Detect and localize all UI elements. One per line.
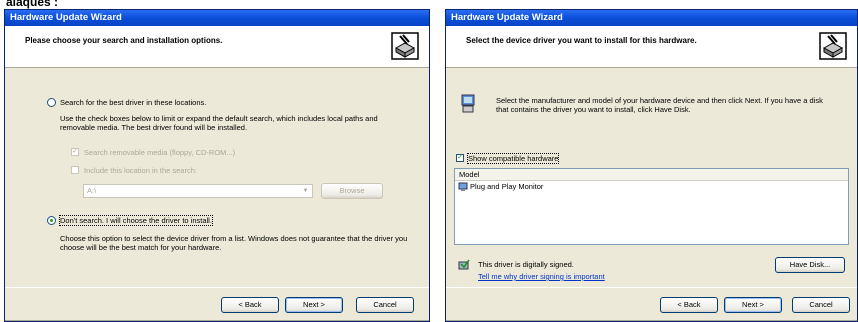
removable-media-label: Search removable media (floppy, CD-ROM..… [84,148,236,157]
wizard-header-title: Select the device driver you want to ins… [466,36,697,45]
list-item-label: Plug and Play Monitor [470,182,544,191]
model-column-header[interactable]: Model [455,169,848,181]
page-caption: alaqués : [6,0,59,9]
search-description: Use the check boxes below to limit or ex… [60,114,378,132]
computer-icon [461,94,475,113]
wizard-header: Please choose your search and installati… [5,26,429,68]
wizard-window-search-options: Hardware Update Wizard Please choose you… [4,9,430,322]
wizard-footer: < Back Next > Cancel [446,287,857,321]
window-title[interactable]: Hardware Update Wizard [5,10,429,26]
chevron-down-icon[interactable]: ▼ [300,186,311,196]
removable-media-checkbox[interactable]: ✓ [71,148,79,156]
wizard-window-select-driver: Hardware Update Wizard Select the device… [445,9,858,322]
list-item[interactable]: Plug and Play Monitor [455,181,848,193]
search-locations-radio[interactable] [47,98,56,107]
dont-search-radio[interactable] [47,216,56,225]
have-disk-button[interactable]: Have Disk... [775,257,845,273]
back-button[interactable]: < Back [660,297,718,313]
model-listbox[interactable]: Model Plug and Play Monitor [454,168,849,245]
location-value: A:\ [87,186,97,195]
back-button[interactable]: < Back [221,297,279,313]
wizard-header-title: Please choose your search and installati… [25,36,223,45]
next-button[interactable]: Next > [285,297,343,313]
show-compatible-label[interactable]: Show compatible hardware [466,153,560,164]
include-location-label: Include this location in the search: [84,166,197,175]
dont-search-description: Choose this option to select the device … [60,234,408,252]
location-combobox[interactable]: A:\ ▼ [83,184,313,198]
window-title[interactable]: Hardware Update Wizard [446,10,857,26]
show-compatible-checkbox[interactable]: ✓ [456,154,464,162]
signed-driver-text: This driver is digitally signed. [478,260,574,269]
cancel-button[interactable]: Cancel [792,297,850,313]
wizard-body: Search for the best driver in these loca… [5,68,429,288]
signed-driver-icon [458,259,470,270]
monitor-icon [458,182,468,191]
wizard-body: Select the manufacturer and model of you… [446,68,857,288]
driver-signing-link[interactable]: Tell me why driver signing is important [478,272,605,281]
hardware-wizard-icon [391,32,419,60]
browse-button[interactable]: Browse [321,183,383,199]
next-button[interactable]: Next > [724,297,782,313]
hardware-wizard-icon [819,32,847,60]
dont-search-label[interactable]: Don't search. I will choose the driver t… [59,215,213,226]
cancel-button[interactable]: Cancel [356,297,414,313]
wizard-footer: < Back Next > Cancel [5,287,429,321]
search-locations-label[interactable]: Search for the best driver in these loca… [60,98,206,107]
wizard-header: Select the device driver you want to ins… [446,26,857,68]
include-location-checkbox[interactable] [71,166,79,174]
select-intro-text: Select the manufacturer and model of you… [496,96,823,114]
